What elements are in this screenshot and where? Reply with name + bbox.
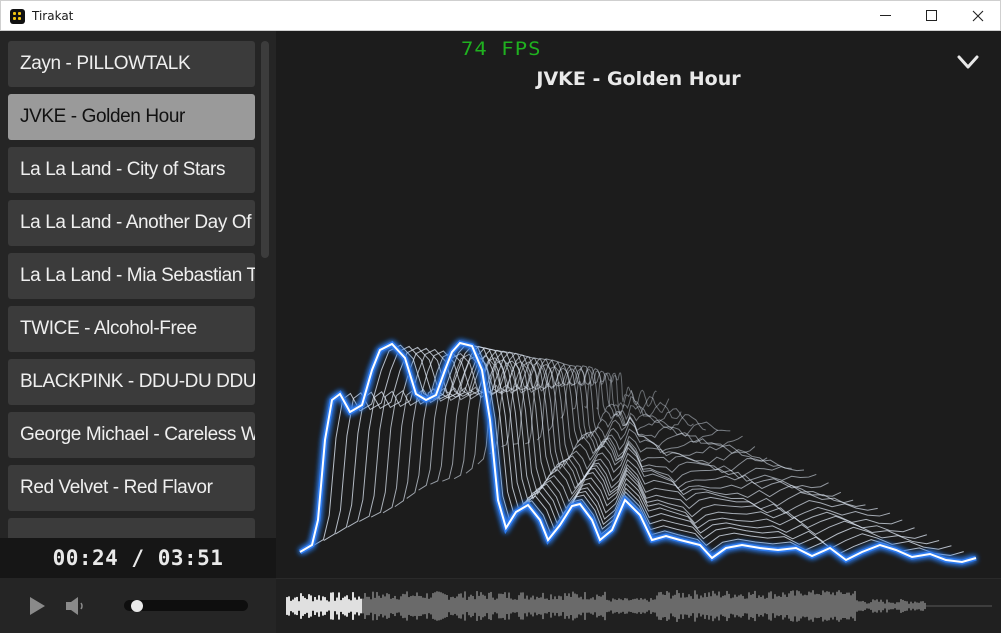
window-title: Tirakat	[32, 9, 74, 23]
maximize-icon	[926, 10, 937, 21]
playlist-item[interactable]: La La Land - Mia Sebastian Theme	[8, 253, 255, 299]
playlist-item[interactable]: La La Land - City of Stars	[8, 147, 255, 193]
playlist-sidebar: Zayn - PILLOWTALK JVKE - Golden Hour La La…	[0, 31, 276, 538]
volume-button[interactable]	[64, 594, 88, 618]
playback-time: 00:24 / 03:51	[0, 538, 276, 578]
playlist-item[interactable]: BLACKPINK - DDU-DU DDU-DU	[8, 359, 255, 405]
playlist-item[interactable]: JVKE - Golden Hour	[8, 94, 255, 140]
playlist-item[interactable]: Zayn - PILLOWTALK	[8, 41, 255, 87]
playlist-item[interactable]: TWICE - Alcohol-Free	[8, 306, 255, 352]
playlist-item[interactable]	[8, 518, 255, 538]
playlist-scrollbar[interactable]	[261, 41, 269, 258]
fps-counter: 74 FPS	[461, 38, 542, 60]
play-icon	[30, 597, 45, 615]
title-bar: Tirakat	[0, 0, 1001, 31]
waveform-seekbar[interactable]	[276, 579, 1001, 633]
maximize-button[interactable]	[909, 1, 955, 31]
waveform	[286, 590, 992, 622]
speaker-icon	[66, 597, 83, 615]
visualizer-panel	[276, 31, 1001, 579]
volume-slider-handle[interactable]	[131, 600, 143, 612]
playlist-item[interactable]: La La Land - Another Day Of Sun	[8, 200, 255, 246]
collapse-button[interactable]	[956, 52, 980, 72]
close-icon	[972, 10, 984, 22]
playlist-item[interactable]: Red Velvet - Red Flavor	[8, 465, 255, 511]
app-icon	[10, 9, 25, 24]
playlist-item[interactable]: George Michael - Careless Whisper	[8, 412, 255, 458]
minimize-button[interactable]	[863, 1, 909, 31]
minimize-icon	[880, 15, 891, 16]
close-button[interactable]	[955, 1, 1001, 31]
now-playing-title: JVKE - Golden Hour	[536, 68, 741, 90]
chevron-down-icon	[957, 55, 979, 69]
play-button[interactable]	[26, 594, 50, 618]
